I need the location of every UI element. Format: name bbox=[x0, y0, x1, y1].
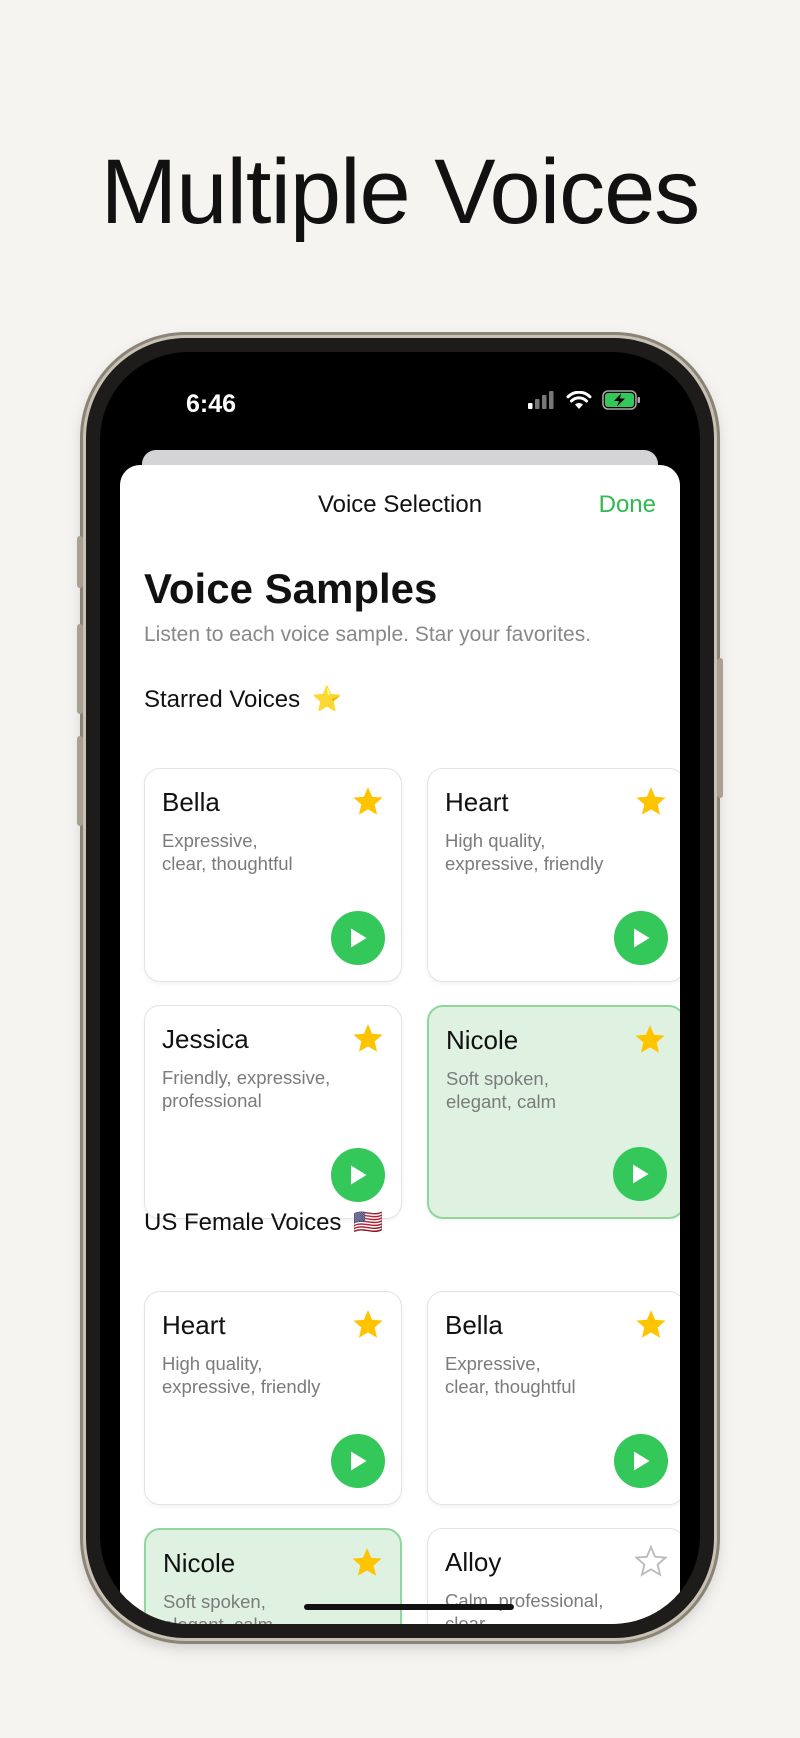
home-indicator bbox=[304, 1604, 514, 1610]
voice-name: Nicole bbox=[446, 1025, 519, 1055]
phone-screen: 6:46 Voice Selection Done Voice Samples … bbox=[100, 352, 700, 1624]
voice-name: Bella bbox=[445, 1310, 503, 1340]
voice-selection-sheet: Voice Selection Done Voice Samples Liste… bbox=[120, 465, 680, 1624]
voice-description-line: Friendly, expressive, bbox=[162, 1067, 331, 1088]
voice-card[interactable]: Bella Expressive, clear, thoughtful bbox=[144, 768, 402, 982]
headline: Multiple Voices bbox=[100, 141, 701, 243]
voice-description: Expressive, clear, thoughtful bbox=[445, 1352, 645, 1398]
page-subtitle: Listen to each voice sample. Star your f… bbox=[144, 623, 592, 646]
play-icon bbox=[633, 1164, 649, 1184]
voice-description: Expressive, clear, thoughtful bbox=[162, 829, 362, 875]
battery-charging-icon bbox=[602, 390, 640, 410]
voice-card[interactable]: Heart High quality, expressive, friendly bbox=[427, 768, 680, 982]
voice-card[interactable]: Bella Expressive, clear, thoughtful bbox=[427, 1291, 680, 1505]
play-button[interactable] bbox=[614, 1434, 668, 1488]
voice-description-line: elegant, calm bbox=[446, 1091, 557, 1112]
section-title: Starred Voices ⭐ bbox=[144, 685, 342, 714]
voice-description-line: clear, thoughtful bbox=[162, 853, 293, 874]
voice-description: High quality, expressive, friendly bbox=[445, 829, 645, 875]
voice-description-line: High quality, bbox=[445, 830, 546, 851]
voice-name: Bella bbox=[162, 787, 220, 817]
star-icon[interactable] bbox=[634, 1545, 668, 1579]
wifi-icon bbox=[566, 390, 592, 409]
voice-name: Alloy bbox=[445, 1547, 502, 1577]
play-icon bbox=[351, 928, 367, 948]
voice-description-line: Soft spoken, bbox=[446, 1068, 549, 1089]
voice-name: Heart bbox=[445, 787, 509, 817]
section-title-label: Starred Voices bbox=[144, 685, 301, 713]
voice-description: High quality, expressive, friendly bbox=[162, 1352, 362, 1398]
play-button[interactable] bbox=[614, 911, 668, 965]
voice-name: Jessica bbox=[162, 1024, 249, 1054]
section-title: US Female Voices 🇺🇸 bbox=[144, 1208, 383, 1237]
voice-description-line: clear, thoughtful bbox=[445, 1376, 576, 1397]
star-icon[interactable] bbox=[351, 1308, 385, 1342]
star-icon[interactable] bbox=[350, 1546, 384, 1580]
play-icon bbox=[351, 1451, 367, 1471]
voice-description-line: expressive, friendly bbox=[445, 853, 604, 874]
done-button[interactable]: Done bbox=[599, 491, 656, 519]
voice-card[interactable]: Nicole Soft spoken,elegant, calm bbox=[427, 1005, 680, 1219]
play-button[interactable] bbox=[331, 911, 385, 965]
phone-frame: 6:46 Voice Selection Done Voice Samples … bbox=[77, 338, 723, 1638]
section-emoji: ⭐ bbox=[312, 686, 342, 713]
star-icon[interactable] bbox=[634, 785, 668, 819]
play-icon bbox=[634, 928, 650, 948]
star-icon[interactable] bbox=[634, 1308, 668, 1342]
power-button bbox=[717, 658, 723, 798]
voice-description-line: expressive, friendly bbox=[162, 1376, 321, 1397]
voice-name: Heart bbox=[162, 1310, 226, 1340]
voice-card[interactable]: Jessica Friendly, expressive, professional bbox=[144, 1005, 402, 1219]
signal-icon bbox=[528, 391, 554, 409]
star-icon[interactable] bbox=[351, 1022, 385, 1056]
status-icons bbox=[528, 390, 642, 410]
voice-description-line: elegant, calm bbox=[163, 1613, 363, 1624]
play-button[interactable] bbox=[613, 1147, 667, 1201]
star-icon[interactable] bbox=[351, 785, 385, 819]
voice-description: Friendly, expressive, professional bbox=[162, 1066, 362, 1112]
voice-name: Nicole bbox=[163, 1548, 236, 1578]
play-button[interactable] bbox=[331, 1434, 385, 1488]
volume-up-button bbox=[77, 624, 83, 714]
play-icon bbox=[351, 1165, 367, 1185]
nav-title: Voice Selection bbox=[317, 491, 483, 518]
page-title: Voice Samples bbox=[144, 565, 438, 612]
section-title-label: US Female Voices bbox=[144, 1208, 342, 1236]
voice-description-line: Expressive, bbox=[445, 1353, 541, 1374]
mute-switch bbox=[77, 536, 83, 588]
voice-description-line: Expressive, bbox=[162, 830, 258, 851]
star-icon[interactable] bbox=[633, 1023, 667, 1057]
voice-description-line: High quality, bbox=[162, 1353, 263, 1374]
play-button[interactable] bbox=[331, 1148, 385, 1202]
voice-card[interactable]: Heart High quality, expressive, friendly bbox=[144, 1291, 402, 1505]
play-icon bbox=[634, 1451, 650, 1471]
voice-description-line: professional bbox=[162, 1090, 262, 1111]
volume-down-button bbox=[77, 736, 83, 826]
voice-description: Soft spoken,elegant, calm bbox=[446, 1067, 646, 1113]
status-time: 6:46 bbox=[186, 390, 237, 418]
section-emoji: 🇺🇸 bbox=[353, 1209, 384, 1236]
voice-description-line: clear bbox=[445, 1613, 486, 1624]
